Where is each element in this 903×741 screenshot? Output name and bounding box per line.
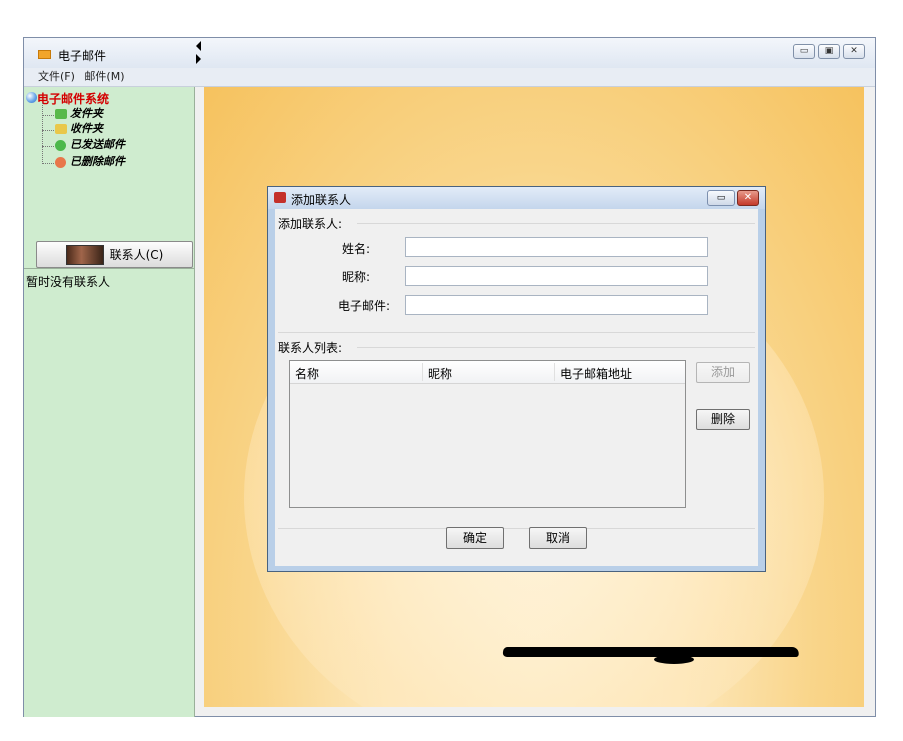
tree-line (42, 103, 43, 164)
window-title: 电子邮件 (58, 49, 107, 63)
tree-connector (42, 130, 54, 131)
dialog-body: 添加联系人: 姓名: 昵称: 电子邮件: 联系人列表: 名称 昵称 电子邮箱地址… (275, 209, 758, 566)
tree-connector (42, 115, 54, 116)
ok-button[interactable]: 确定 (446, 527, 504, 549)
sidebar: 电子邮件系统 发件夹 收件夹 已发送邮件 已删除邮件 联系人(C) 暂时没有联系… (24, 87, 195, 717)
dialog-close-button[interactable]: ✕ (737, 190, 759, 206)
minimize-button[interactable]: ▭ (793, 44, 815, 59)
dialog-controls: ▭ ✕ (707, 190, 759, 206)
contacts-empty-text: 暂时没有联系人 (26, 275, 111, 289)
contacts-button-label: 联系人(C) (109, 248, 164, 262)
list-section-label: 联系人列表: (278, 341, 343, 355)
deleted-icon (55, 157, 66, 168)
table-header: 名称 昵称 电子邮箱地址 (290, 361, 685, 384)
expand-right-icon[interactable] (196, 54, 201, 64)
email-label: 电子邮件: (337, 299, 390, 313)
tree-connector (42, 146, 54, 147)
dialog-title: 添加联系人 (291, 193, 352, 207)
nickname-label: 昵称: (341, 270, 370, 284)
nickname-input[interactable] (405, 266, 708, 286)
dialog-title-bar[interactable]: 添加联系人 ▭ ✕ (268, 187, 765, 209)
add-button[interactable]: 添加 (696, 362, 750, 383)
avatar-icon (65, 244, 104, 265)
tree-item-outbox[interactable]: 发件夹 (70, 105, 103, 121)
tree-connector (42, 163, 54, 164)
signature-scribble (502, 647, 800, 657)
close-button[interactable]: ✕ (843, 44, 865, 59)
column-header-name[interactable]: 名称 (295, 365, 319, 382)
column-header-email[interactable]: 电子邮箱地址 (560, 365, 632, 382)
column-header-nickname[interactable]: 昵称 (428, 365, 452, 382)
sent-check-icon (55, 140, 66, 151)
tree-item-deleted[interactable]: 已删除邮件 (70, 153, 125, 169)
section-divider (357, 347, 755, 348)
email-input[interactable] (405, 295, 708, 315)
outbox-folder-icon (55, 109, 67, 119)
name-input[interactable] (405, 237, 708, 257)
folder-tree: 电子邮件系统 发件夹 收件夹 已发送邮件 已删除邮件 (24, 87, 194, 237)
column-divider (422, 363, 423, 381)
tree-item-sent[interactable]: 已发送邮件 (70, 136, 125, 152)
inbox-folder-icon (55, 124, 67, 134)
globe-icon (26, 92, 37, 103)
menu-file[interactable]: 文件(F) (38, 70, 75, 83)
add-contact-dialog: 添加联系人 ▭ ✕ 添加联系人: 姓名: 昵称: 电子邮件: 联系人列表: 名称… (267, 186, 766, 572)
contacts-button[interactable]: 联系人(C) (36, 241, 193, 268)
title-bar[interactable]: 电子邮件 ▭ ▣ ✕ (24, 38, 875, 68)
mail-icon (38, 50, 51, 59)
add-section-label: 添加联系人: (278, 217, 343, 231)
window-controls: ▭ ▣ ✕ (793, 44, 865, 59)
section-divider (278, 332, 755, 333)
delete-button[interactable]: 删除 (696, 409, 750, 430)
name-label: 姓名: (341, 242, 370, 256)
contacts-table[interactable]: 名称 昵称 电子邮箱地址 (289, 360, 686, 508)
menu-mail[interactable]: 邮件(M) (84, 70, 124, 83)
tree-item-inbox[interactable]: 收件夹 (70, 120, 103, 136)
maximize-button[interactable]: ▣ (818, 44, 840, 59)
column-divider (554, 363, 555, 381)
signature-scribble-tail (654, 655, 694, 664)
dialog-app-icon (274, 192, 286, 203)
contacts-list[interactable]: 暂时没有联系人 (24, 268, 194, 717)
cancel-button[interactable]: 取消 (529, 527, 587, 549)
dialog-minimize-button[interactable]: ▭ (707, 190, 735, 206)
collapse-left-icon[interactable] (196, 41, 201, 51)
section-divider (357, 223, 755, 224)
section-divider (278, 528, 755, 529)
menu-bar: 文件(F) 邮件(M) (24, 68, 875, 87)
